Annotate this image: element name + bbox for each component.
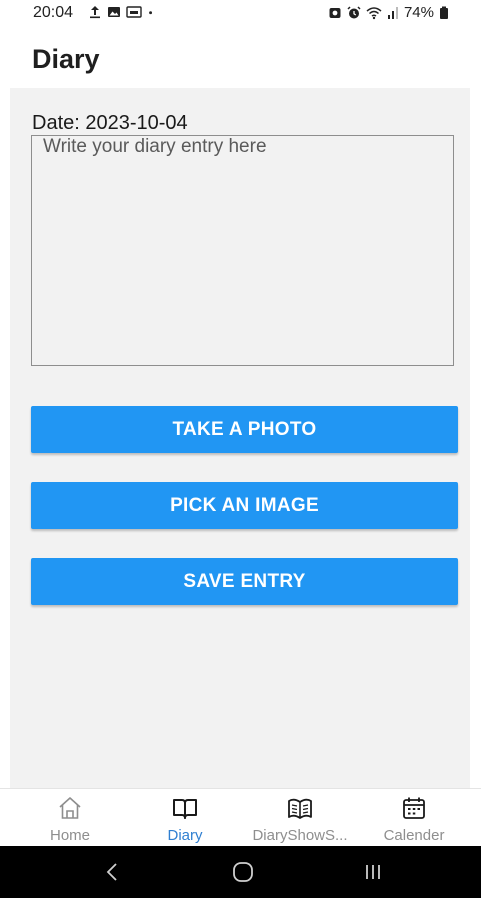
image-notification-icon xyxy=(126,6,142,18)
take-photo-button[interactable]: TAKE A PHOTO xyxy=(31,406,458,453)
recent-apps-icon[interactable] xyxy=(360,860,386,884)
status-bar: 20:04 74% xyxy=(0,0,481,28)
diary-entry-input[interactable] xyxy=(31,135,454,366)
battery-icon xyxy=(440,6,448,19)
bottom-tab-bar: Home Diary DiaryShowS... Calender xyxy=(0,788,481,846)
back-icon[interactable] xyxy=(100,860,126,884)
wifi-icon xyxy=(366,6,382,19)
date-label: Date: 2023-10-04 xyxy=(32,112,188,134)
system-nav-bar xyxy=(0,846,481,898)
tab-label: Calender xyxy=(383,827,445,844)
signal-icon xyxy=(387,6,398,19)
book-pages-icon xyxy=(288,798,312,819)
tab-label: Home xyxy=(49,827,90,844)
open-book-icon xyxy=(173,799,197,819)
dot-icon xyxy=(149,11,152,15)
save-entry-button[interactable]: SAVE ENTRY xyxy=(31,558,458,605)
alarm-icon xyxy=(329,7,341,18)
page-title: Diary xyxy=(32,44,100,74)
tab-label: DiaryShowS... xyxy=(252,827,348,844)
calendar-icon xyxy=(403,797,425,819)
tab-diary-show[interactable]: DiaryShowS... xyxy=(240,789,360,847)
tab-calender[interactable]: Calender xyxy=(364,789,464,847)
status-left-icons xyxy=(88,5,157,19)
battery-percent: 74% xyxy=(403,4,434,21)
status-right-icons: 74% xyxy=(328,4,449,21)
pick-image-button[interactable]: PICK AN IMAGE xyxy=(31,482,458,529)
diary-content: Date: 2023-10-04 TAKE A PHOTO PICK AN IM… xyxy=(10,88,470,788)
upload-icon xyxy=(90,6,100,19)
home-icon xyxy=(59,797,81,819)
tab-diary[interactable]: Diary xyxy=(135,789,235,847)
tab-label: Diary xyxy=(167,827,203,844)
home-circle-icon[interactable] xyxy=(230,860,256,884)
alarm-clock-icon xyxy=(347,5,361,18)
app-header: Diary xyxy=(0,28,481,88)
gallery-icon xyxy=(108,7,120,17)
status-time: 20:04 xyxy=(33,4,74,21)
tab-home[interactable]: Home xyxy=(20,789,120,847)
